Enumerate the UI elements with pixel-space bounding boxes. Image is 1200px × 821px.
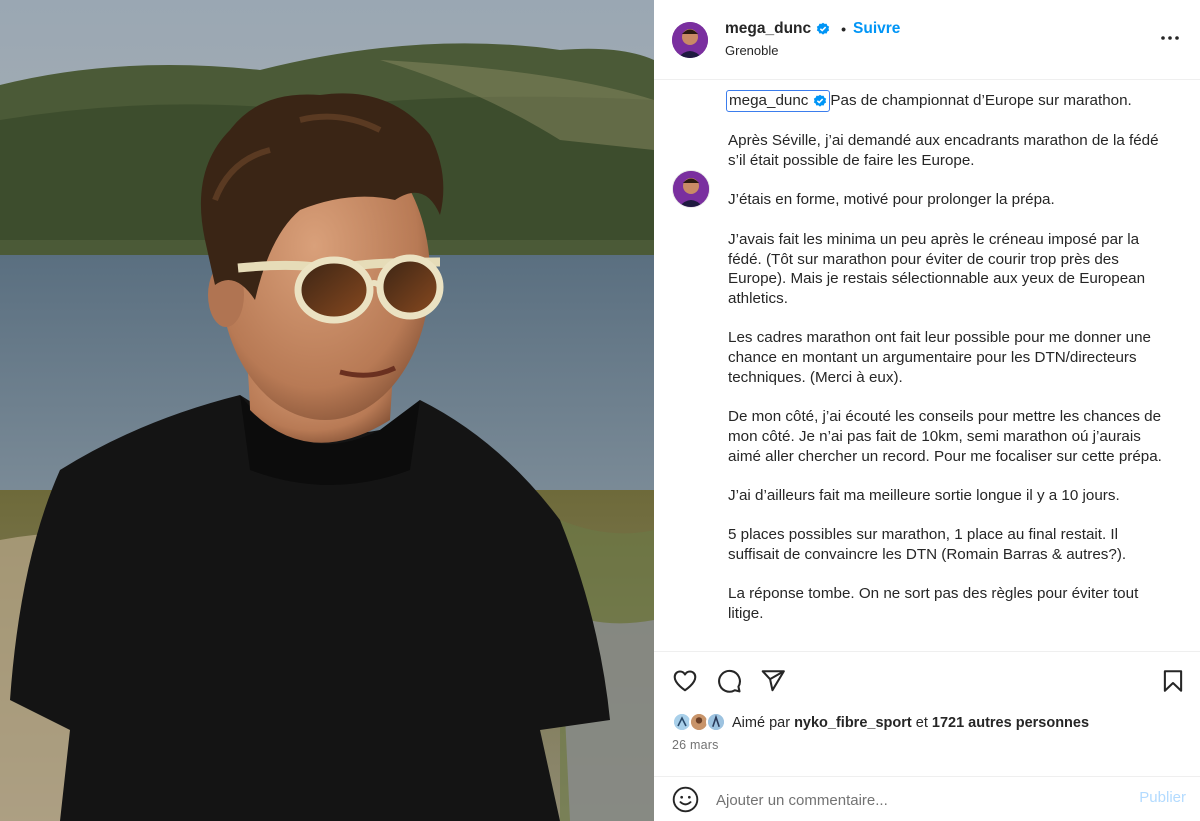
likes-count-link[interactable]: 1721 autres personnes xyxy=(932,715,1089,731)
caption-paragraph: J’avais fait les minima un peu après le … xyxy=(728,230,1146,307)
caption-author-avatar[interactable] xyxy=(672,170,710,208)
caption-first-line: mega_dunc Pas de championnat d’Europe su… xyxy=(726,90,1168,112)
post-photo xyxy=(0,0,654,821)
portrait-photo xyxy=(0,0,654,821)
caption-paragraph: 5 places possibles sur marathon, 1 place… xyxy=(728,526,1127,564)
author-username[interactable]: mega_dunc xyxy=(725,20,811,38)
paper-plane-icon[interactable] xyxy=(760,668,786,694)
verified-badge-icon xyxy=(814,94,827,107)
caption-scroll-area[interactable]: mega_dunc Pas de championnat d’Europe su… xyxy=(654,80,1200,651)
caption-paragraph: J’ai d’ailleurs fait ma meilleure sortie… xyxy=(728,486,1120,504)
author-avatar[interactable] xyxy=(672,22,708,58)
caption-username[interactable]: mega_dunc xyxy=(729,91,808,111)
post-actions: Aimé par nyko_fibre_sport et 1721 autres… xyxy=(654,651,1200,817)
liker-avatars[interactable] xyxy=(672,712,726,734)
caption-paragraph: La réponse tombe. On ne sort pas des règ… xyxy=(728,585,1139,623)
separator-dot: • xyxy=(841,21,847,37)
post-caption: mega_dunc Pas de championnat d’Europe su… xyxy=(726,90,1168,624)
likes-prefix: Aimé par xyxy=(732,715,791,731)
likes-summary: Aimé par nyko_fibre_sport et 1721 autres… xyxy=(672,712,1089,734)
comment-input[interactable] xyxy=(716,785,1116,815)
verified-badge-icon xyxy=(817,22,830,35)
liker-username[interactable]: nyko_fibre_sport xyxy=(794,715,912,731)
likes-connector: et xyxy=(915,715,928,731)
post-header: mega_dunc • Suivre Grenoble xyxy=(654,0,1200,80)
likes-text: Aimé par nyko_fibre_sport et 1721 autres… xyxy=(732,715,1089,731)
caption-headline: Pas de championnat d’Europe sur marathon… xyxy=(830,92,1132,109)
caption-username-link[interactable]: mega_dunc xyxy=(726,90,831,112)
author-line: mega_dunc • Suivre xyxy=(725,20,900,38)
post-location[interactable]: Grenoble xyxy=(725,43,778,58)
comment-bubble-icon[interactable] xyxy=(716,668,742,694)
caption-paragraph: Les cadres marathon ont fait leur possib… xyxy=(728,329,1151,386)
post-details-panel: mega_dunc • Suivre Grenoble mega_dunc Pa… xyxy=(654,0,1200,821)
caption-paragraph: Après Séville, j’ai demandé aux encadran… xyxy=(728,132,1159,170)
follow-button[interactable]: Suivre xyxy=(853,20,900,38)
heart-icon[interactable] xyxy=(672,668,698,694)
publish-button[interactable]: Publier xyxy=(1139,789,1186,806)
smiley-icon[interactable] xyxy=(672,786,699,813)
caption-paragraph: J’étais en forme, motivé pour prolonger … xyxy=(728,191,1055,209)
liker-avatar xyxy=(706,712,726,732)
bookmark-icon[interactable] xyxy=(1160,668,1186,694)
caption-paragraph: De mon côté, j’ai écouté les conseils po… xyxy=(728,408,1162,465)
post-date[interactable]: 26 mars xyxy=(672,738,719,752)
more-horizontal-icon[interactable] xyxy=(1158,26,1182,50)
comment-bar: Publier xyxy=(654,776,1200,821)
